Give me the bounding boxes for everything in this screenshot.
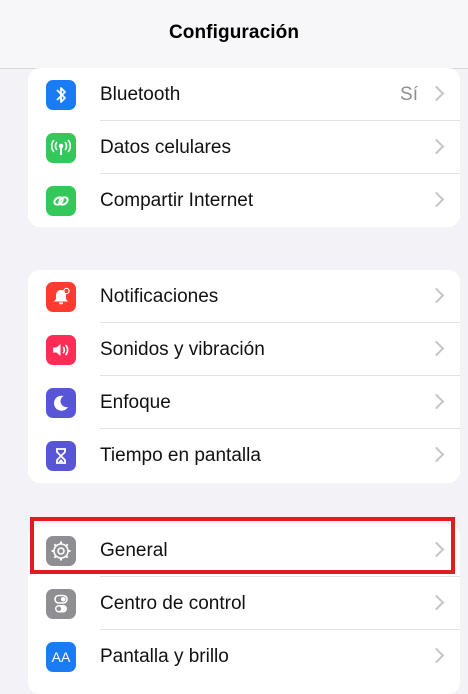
settings-row-label: Enfoque [100,391,171,413]
chevron-right-icon [428,85,445,102]
chevron-right-icon [428,191,445,208]
chevron-right-icon [428,393,445,410]
chevron-right-icon [428,541,445,558]
settings-row-screen-time[interactable]: Tiempo en pantalla [28,429,460,482]
settings-row-label: Pantalla y brillo [100,645,229,667]
settings-row-bluetooth[interactable]: Bluetooth Sí [28,68,460,121]
speaker-icon [46,335,76,365]
settings-row-general[interactable]: General [28,524,460,577]
chevron-right-icon [428,287,445,304]
chevron-right-icon [428,594,445,611]
settings-row-sounds[interactable]: Sonidos y vibración [28,323,460,376]
moon-icon [46,388,76,418]
settings-group-notifications: Notificaciones Sonidos y vibración Enfoq… [28,270,460,483]
settings-row-focus[interactable]: Enfoque [28,376,460,429]
gear-icon [46,536,76,566]
text-size-icon: AA [46,642,76,672]
settings-row-personal-hotspot[interactable]: Compartir Internet [28,174,460,227]
chevron-right-icon [428,647,445,664]
settings-row-label: Tiempo en pantalla [100,444,261,466]
chevron-right-icon [428,138,445,155]
settings-row-label: Notificaciones [100,285,219,307]
settings-row-display-brightness[interactable]: AA Pantalla y brillo [28,630,460,683]
bluetooth-status-value: Sí [400,83,418,105]
settings-row-label: Datos celulares [100,136,231,158]
navigation-bar: Configuración [0,0,468,69]
page-title: Configuración [168,22,300,43]
hotspot-link-icon [46,186,76,216]
settings-row-label: Centro de control [100,592,246,614]
chevron-right-icon [428,340,445,357]
settings-group-general: General Centro de control AA Pantalla y … [28,524,460,694]
settings-row-label: Bluetooth [100,83,181,105]
hourglass-icon [46,441,76,471]
settings-group-connectivity: Bluetooth Sí Datos celulares Compartir I… [28,68,460,227]
settings-row-notifications[interactable]: Notificaciones [28,270,460,323]
bluetooth-icon [46,80,76,110]
chevron-right-icon [428,446,445,463]
toggles-icon [46,589,76,619]
settings-row-label: General [100,539,168,561]
settings-row-label: Compartir Internet [100,189,254,211]
antenna-icon [46,133,76,163]
settings-row-control-center[interactable]: Centro de control [28,577,460,630]
settings-row-label: Sonidos y vibración [100,338,265,360]
settings-row-cellular-data[interactable]: Datos celulares [28,121,460,174]
bell-icon [46,282,76,312]
